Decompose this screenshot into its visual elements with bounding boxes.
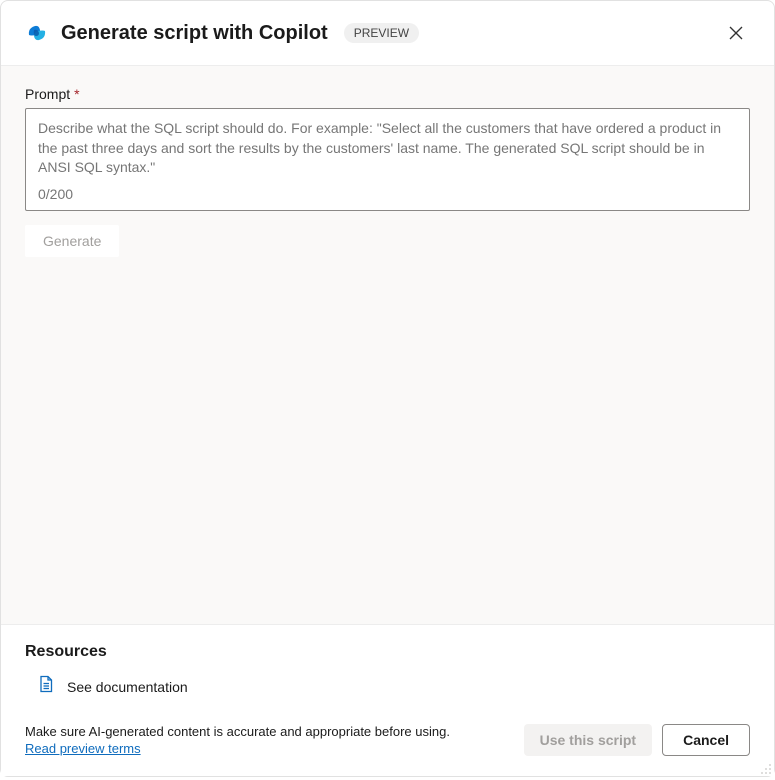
footer-bottom-row: Make sure AI-generated content is accura… xyxy=(25,724,750,756)
generate-button[interactable]: Generate xyxy=(25,225,119,257)
resources-heading: Resources xyxy=(25,643,750,661)
content-area: Prompt * 0/200 Generate xyxy=(1,65,774,624)
cancel-button[interactable]: Cancel xyxy=(662,724,750,756)
prompt-input[interactable] xyxy=(38,119,737,178)
documentation-link[interactable]: See documentation xyxy=(25,675,750,698)
use-script-button[interactable]: Use this script xyxy=(524,724,652,756)
preview-badge: PREVIEW xyxy=(344,23,419,43)
required-indicator: * xyxy=(74,86,79,102)
prompt-input-container: 0/200 xyxy=(25,108,750,211)
disclaimer-block: Make sure AI-generated content is accura… xyxy=(25,724,512,756)
documentation-link-label: See documentation xyxy=(67,679,188,695)
panel-footer: Resources See documentation Make sure AI… xyxy=(1,624,774,776)
action-buttons: Use this script Cancel xyxy=(524,724,750,756)
close-icon xyxy=(728,25,744,41)
preview-terms-link[interactable]: Read preview terms xyxy=(25,741,141,756)
character-counter: 0/200 xyxy=(38,186,737,202)
copilot-icon xyxy=(25,21,49,45)
panel-header: Generate script with Copilot PREVIEW xyxy=(1,1,774,65)
prompt-label-row: Prompt * xyxy=(25,86,750,102)
disclaimer-text: Make sure AI-generated content is accura… xyxy=(25,724,512,739)
copilot-panel: Generate script with Copilot PREVIEW Pro… xyxy=(0,0,775,777)
document-icon xyxy=(37,675,55,698)
close-button[interactable] xyxy=(722,19,750,47)
panel-title: Generate script with Copilot xyxy=(61,22,328,45)
prompt-label: Prompt xyxy=(25,86,70,102)
